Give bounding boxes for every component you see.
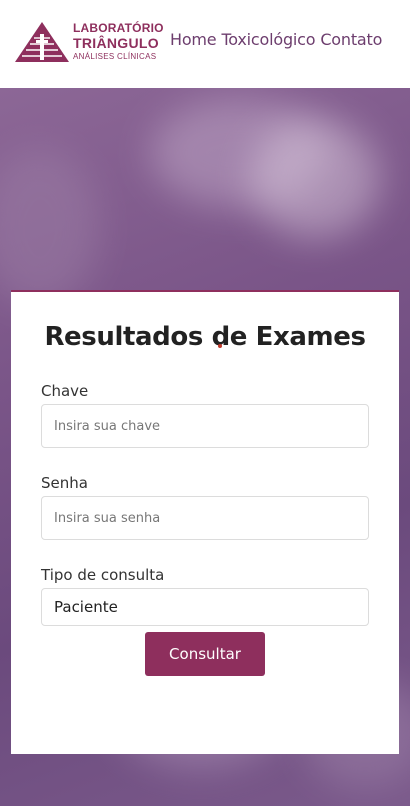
logo-text-analises: ANÁLISES CLÍNICAS [73, 52, 157, 61]
decorative-dot [218, 344, 222, 348]
senha-label: Senha [41, 474, 88, 492]
page-title: Resultados de Exames [44, 322, 366, 352]
consultar-button[interactable]: Consultar [145, 632, 265, 676]
chave-input[interactable] [42, 405, 368, 447]
chave-field [41, 404, 369, 448]
logo-text-laboratorio: LABORATÓRIO [73, 21, 164, 35]
hero-background: Resultados de Exames Chave Senha Tipo de… [0, 88, 410, 806]
nav-toxicologico[interactable]: Toxicológico [221, 30, 315, 49]
results-form-card: Resultados de Exames Chave Senha Tipo de… [11, 290, 399, 754]
triangle-logo-icon [15, 22, 69, 62]
senha-input[interactable] [42, 497, 368, 539]
tipo-consulta-select[interactable]: Paciente [41, 588, 369, 626]
hero-blur-shape [250, 118, 380, 238]
nav-home[interactable]: Home [170, 30, 217, 49]
logo[interactable]: LABORATÓRIO TRIÂNGULO ANÁLISES CLÍNICAS [14, 20, 163, 64]
logo-text-triangulo: TRIÂNGULO [73, 35, 159, 51]
hero-blur-shape [0, 148, 100, 308]
site-header: LABORATÓRIO TRIÂNGULO ANÁLISES CLÍNICAS … [0, 0, 410, 88]
nav-contato[interactable]: Contato [320, 30, 382, 49]
main-nav: Home Toxicológico Contato [170, 30, 382, 49]
senha-field [41, 496, 369, 540]
tipo-consulta-label: Tipo de consulta [41, 566, 165, 584]
tipo-consulta-value: Paciente [54, 598, 118, 616]
chave-label: Chave [41, 382, 89, 400]
